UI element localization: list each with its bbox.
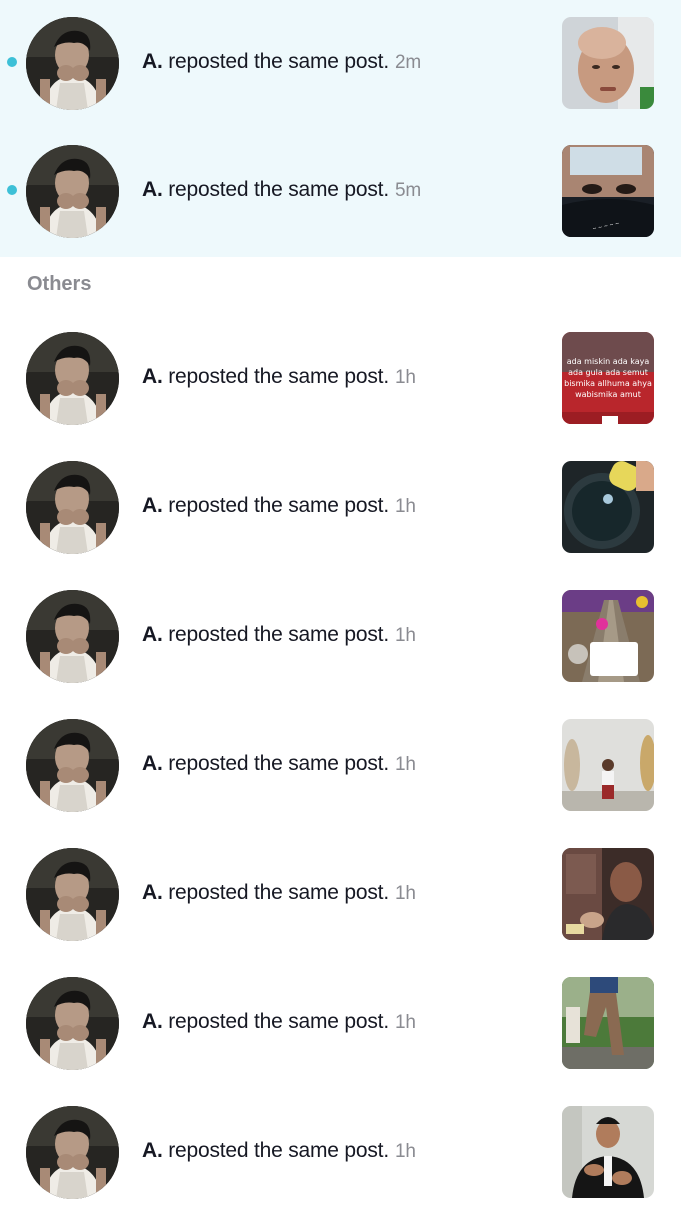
timestamp: 1h xyxy=(394,496,416,517)
username[interactable]: A. xyxy=(142,494,163,517)
post-thumbnail[interactable]: ~ ~ ~ ~ ~ xyxy=(562,145,654,237)
post-thumbnail[interactable] xyxy=(562,848,654,940)
username[interactable]: A. xyxy=(142,752,163,775)
notification-text: A. reposted the same post. 1h xyxy=(142,881,416,905)
action-text: reposted the same post. xyxy=(168,178,389,201)
action-text: reposted the same post. xyxy=(168,1010,389,1033)
others-section-header: Others xyxy=(0,257,681,315)
activity-list: A. reposted the same post. 2m A. reposted… xyxy=(0,0,681,1218)
avatar[interactable] xyxy=(26,590,119,683)
post-thumbnail[interactable] xyxy=(562,17,654,109)
post-thumbnail[interactable] xyxy=(562,590,654,682)
username[interactable]: A. xyxy=(142,178,163,201)
post-thumbnail[interactable] xyxy=(562,1106,654,1198)
notification-text: A. reposted the same post. 1h xyxy=(142,365,416,389)
post-thumbnail[interactable] xyxy=(562,719,654,811)
avatar[interactable] xyxy=(26,461,119,554)
timestamp: 1h xyxy=(394,1012,416,1033)
username[interactable]: A. xyxy=(142,623,163,646)
avatar[interactable] xyxy=(26,848,119,941)
action-text: reposted the same post. xyxy=(168,1139,389,1162)
unread-dot xyxy=(7,185,17,195)
notification-text: A. reposted the same post. 1h xyxy=(142,623,416,647)
avatar[interactable] xyxy=(26,1106,119,1199)
notification-text: A. reposted the same post. 1h xyxy=(142,1010,416,1034)
avatar[interactable] xyxy=(26,977,119,1070)
username[interactable]: A. xyxy=(142,50,163,73)
timestamp: 2m xyxy=(394,52,421,73)
notification-text: A. reposted the same post. 5m xyxy=(142,178,421,202)
notification-text: A. reposted the same post. 2m xyxy=(142,50,421,74)
notification-row[interactable]: A. reposted the same post. 2m xyxy=(0,0,681,128)
notification-row[interactable]: A. reposted the same post. 1h xyxy=(0,831,681,960)
timestamp: 1h xyxy=(394,1141,416,1162)
action-text: reposted the same post. xyxy=(168,365,389,388)
username[interactable]: A. xyxy=(142,881,163,904)
avatar[interactable] xyxy=(26,719,119,812)
action-text: reposted the same post. xyxy=(168,623,389,646)
username[interactable]: A. xyxy=(142,1139,163,1162)
notification-row[interactable]: A. reposted the same post. 1h xyxy=(0,702,681,831)
unread-dot xyxy=(7,57,17,67)
notification-row[interactable]: A. reposted the same post. 1h xyxy=(0,960,681,1089)
timestamp: 1h xyxy=(394,625,416,646)
thumbnail-caption-line: ada gula ada semut xyxy=(568,368,648,377)
post-thumbnail[interactable] xyxy=(562,977,654,1069)
notification-row[interactable]: A. reposted the same post. 1h xyxy=(0,444,681,573)
username[interactable]: A. xyxy=(142,1010,163,1033)
notification-text: A. reposted the same post. 1h xyxy=(142,752,416,776)
notification-text: A. reposted the same post. 1h xyxy=(142,1139,416,1163)
timestamp: 1h xyxy=(394,883,416,904)
notification-row[interactable]: A. reposted the same post. 5m ~ ~ ~ ~ ~ xyxy=(0,128,681,257)
post-thumbnail[interactable] xyxy=(562,461,654,553)
action-text: reposted the same post. xyxy=(168,50,389,73)
others-label: Others xyxy=(27,273,92,295)
avatar[interactable] xyxy=(26,17,119,110)
action-text: reposted the same post. xyxy=(168,494,389,517)
post-thumbnail[interactable]: ada miskin ada kaya ada gula ada semut bis… xyxy=(562,332,654,424)
notification-row[interactable]: A. reposted the same post. 1h xyxy=(0,573,681,702)
timestamp: 1h xyxy=(394,367,416,388)
new-section: A. reposted the same post. 2m A. reposted… xyxy=(0,0,681,257)
action-text: reposted the same post. xyxy=(168,881,389,904)
timestamp: 5m xyxy=(394,180,421,201)
timestamp: 1h xyxy=(394,754,416,775)
avatar[interactable] xyxy=(26,332,119,425)
notification-text: A. reposted the same post. 1h xyxy=(142,494,416,518)
avatar[interactable] xyxy=(26,145,119,238)
others-section: A. reposted the same post. 1h ada miskin a… xyxy=(0,315,681,1218)
thumbnail-caption-line: bismika allhuma ahya xyxy=(564,379,652,388)
notification-row[interactable]: A. reposted the same post. 1h ada miskin a… xyxy=(0,315,681,444)
thumbnail-caption-line: ada miskin ada kaya xyxy=(567,357,650,366)
action-text: reposted the same post. xyxy=(168,752,389,775)
notification-row[interactable]: A. reposted the same post. 1h xyxy=(0,1089,681,1218)
thumbnail-caption-line: wabismika amut xyxy=(575,390,641,399)
username[interactable]: A. xyxy=(142,365,163,388)
